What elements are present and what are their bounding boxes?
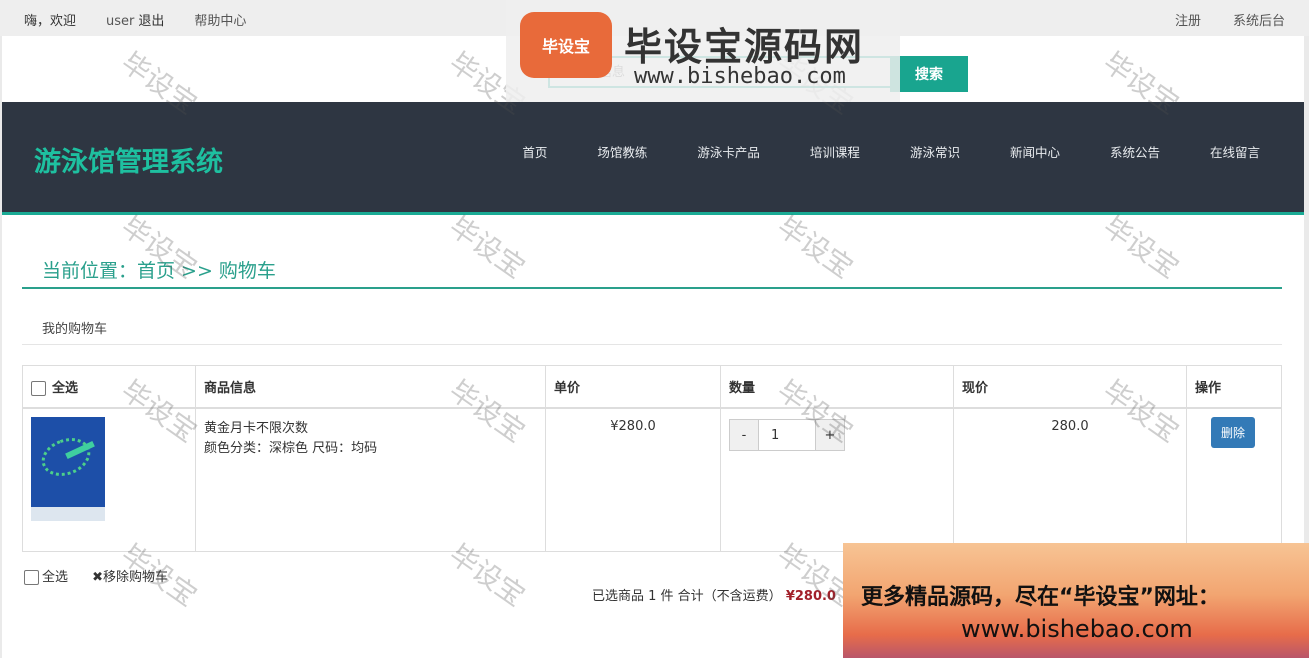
action-cell: 删除 xyxy=(1186,407,1282,552)
nav-tips[interactable]: 游泳常识 xyxy=(910,142,960,161)
watermark-badge: 毕设宝 xyxy=(520,12,612,78)
table-row: 黄金月卡不限次数 颜色分类：深棕色 尺码：均码 ¥280.0 - 1 + 280… xyxy=(22,407,1282,552)
cart-footer: 全选 ✖移除购物车 xyxy=(24,566,168,585)
breadcrumb: 当前位置：首页 >> 购物车 xyxy=(22,254,1282,289)
footer-select-all-checkbox[interactable] xyxy=(24,570,39,585)
nav-notices[interactable]: 系统公告 xyxy=(1110,142,1160,161)
header-qty: 数量 xyxy=(720,365,954,409)
product-name[interactable]: 黄金月卡不限次数 xyxy=(204,419,537,439)
admin-link[interactable]: 系统后台 xyxy=(1233,10,1285,29)
greeting-text: 嗨，欢迎 xyxy=(24,14,77,29)
qty-input[interactable]: 1 xyxy=(759,419,815,451)
qty-plus-button[interactable]: + xyxy=(815,419,845,451)
nav-home[interactable]: 首页 xyxy=(522,142,547,161)
promo-banner: 更多精品源码，尽在“毕设宝”网址： www.bishebao.com xyxy=(843,543,1309,658)
section-title-bar: 我的购物车 xyxy=(22,314,1282,345)
header-current: 现价 xyxy=(953,365,1187,409)
quantity-stepper: - 1 + xyxy=(729,419,945,451)
remove-from-cart-link[interactable]: ✖移除购物车 xyxy=(92,570,168,585)
table-header-row: 全选 商品信息 单价 数量 现价 操作 xyxy=(22,365,1282,409)
cart-total: 已选商品 1 件 合计（不含运费） ¥280.0 xyxy=(592,585,836,604)
product-info-cell: 黄金月卡不限次数 颜色分类：深棕色 尺码：均码 xyxy=(195,407,546,552)
site-header: 游泳馆管理系统 首页 场馆教练 游泳卡产品 培训课程 游泳常识 新闻中心 系统公… xyxy=(2,102,1304,215)
breadcrumb-text[interactable]: 当前位置：首页 >> 购物车 xyxy=(42,256,276,283)
select-all-label: 全选 xyxy=(52,381,79,396)
main-nav: 首页 场馆教练 游泳卡产品 培训课程 游泳常识 新闻中心 系统公告 在线留言 xyxy=(472,142,1260,161)
promo-line1: 更多精品源码，尽在“毕设宝”网址： xyxy=(861,585,1220,610)
total-amount: ¥280.0 xyxy=(785,589,836,604)
site-brand[interactable]: 游泳馆管理系统 xyxy=(34,140,223,179)
header-action: 操作 xyxy=(1186,365,1282,409)
watermark-title: 毕设宝源码网 xyxy=(624,25,865,69)
promo-url: www.bishebao.com xyxy=(961,615,1193,643)
delete-button[interactable]: 删除 xyxy=(1211,417,1256,448)
section-title: 我的购物车 xyxy=(42,322,108,337)
help-link[interactable]: 帮助中心 xyxy=(194,10,246,29)
unit-price: ¥280.0 xyxy=(545,407,721,552)
watermark-url: www.bishebao.com xyxy=(634,64,846,89)
nav-coaches[interactable]: 场馆教练 xyxy=(597,142,647,161)
search-button[interactable]: 搜索 xyxy=(890,56,968,92)
nav-courses[interactable]: 培训课程 xyxy=(810,142,860,161)
qty-cell: - 1 + xyxy=(720,407,954,552)
current-price: 280.0 xyxy=(953,407,1187,552)
register-link[interactable]: 注册 xyxy=(1175,10,1201,29)
header-price: 单价 xyxy=(545,365,721,409)
nav-cards[interactable]: 游泳卡产品 xyxy=(697,142,760,161)
nav-messages[interactable]: 在线留言 xyxy=(1210,142,1260,161)
logout-link[interactable]: 退出 xyxy=(138,14,164,29)
cart-table: 全选 商品信息 单价 数量 现价 操作 黄金月卡不限次数 颜色分类：深棕色 尺码… xyxy=(22,365,1282,552)
username: user xyxy=(106,14,135,29)
product-thumbnail[interactable] xyxy=(31,417,105,521)
select-all-checkbox[interactable] xyxy=(31,381,46,396)
nav-news[interactable]: 新闻中心 xyxy=(1010,142,1060,161)
qty-minus-button[interactable]: - xyxy=(729,419,759,451)
product-spec: 颜色分类：深棕色 尺码：均码 xyxy=(204,441,378,456)
total-summary: 已选商品 1 件 合计（不含运费） xyxy=(592,589,782,604)
footer-select-all-label: 全选 xyxy=(42,570,69,585)
header-product: 商品信息 xyxy=(195,365,546,409)
select-all-header: 全选 xyxy=(22,365,196,409)
user-block: user 退出 xyxy=(106,10,164,29)
watermark-logo: 毕设宝 毕设宝源码网 www.bishebao.com xyxy=(506,0,900,102)
